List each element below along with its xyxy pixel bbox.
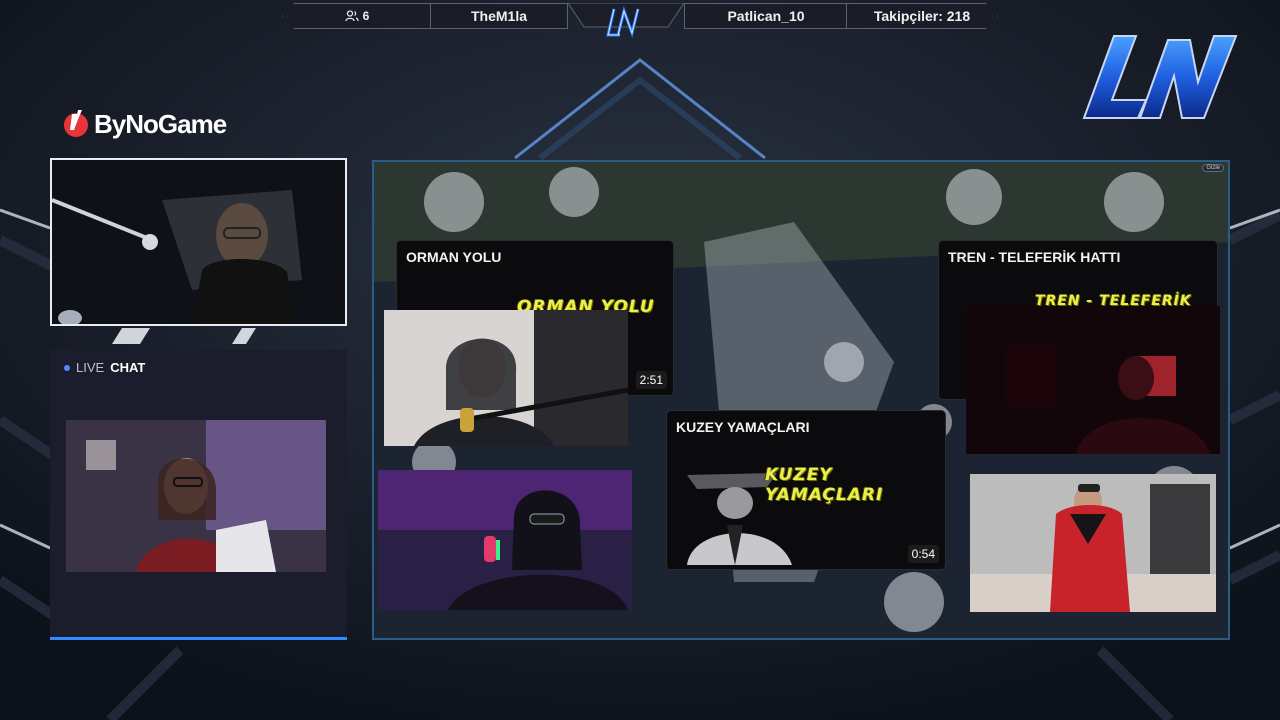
sponsor-name: ByNoGame: [94, 108, 227, 139]
ln-logo-icon: [568, 3, 684, 39]
video-card-title: KUZEY YAMAÇLARI: [676, 419, 810, 435]
sponsor-logo: ByNoGame: [62, 108, 227, 140]
followers-label: Takipçiler: 218: [873, 8, 971, 24]
participant-webcam-2: [378, 470, 632, 610]
participant-webcam-3: [966, 306, 1220, 454]
video-card-duration: 2:51: [635, 371, 667, 389]
participant-webcam-4-scene: [970, 474, 1216, 612]
streamer-name-right: Patlican_10: [684, 3, 848, 29]
followers-box: Takipçiler: 218: [846, 3, 998, 29]
guest-webcam-scene: [66, 420, 326, 572]
video-card-kuzey-yamaclari[interactable]: KUZEY YAMAÇLARI KUZEY YAMAÇLARI 0:54: [666, 410, 946, 570]
streamer-name-left: TheM1la: [430, 3, 568, 29]
streamer-left-label: TheM1la: [470, 8, 527, 24]
viewer-count-box: 6: [282, 3, 432, 29]
top-info-bar: 6 TheM1la Patlican_10 Takipçiler: 218: [282, 3, 998, 39]
video-card-title: ORMAN YOLU: [406, 249, 502, 265]
guest-webcam: [66, 420, 326, 572]
ln-big-logo-icon: [1082, 35, 1238, 119]
live-dot-icon: [64, 364, 70, 371]
bynogame-logo-icon: [64, 110, 88, 137]
live-label: LIVE: [76, 360, 105, 375]
participant-webcam-1-scene: [384, 310, 628, 446]
video-card-duration: 0:54: [907, 545, 939, 563]
streamer-right-label: Patlican_10: [727, 8, 805, 24]
chat-header: LIVE CHAT: [64, 360, 145, 375]
video-card-title: TREN - TELEFERİK HATTI: [948, 249, 1121, 265]
participant-webcam-3-scene: [966, 306, 1220, 454]
participant-webcam-1: [384, 310, 628, 446]
participant-webcam-2-scene: [378, 470, 632, 610]
hide-overlay-button[interactable]: Gizle: [1202, 164, 1224, 172]
viewer-count: 6: [362, 9, 370, 23]
viewers-icon: [345, 10, 359, 22]
chat-label: CHAT: [110, 360, 146, 375]
main-webcam: [50, 158, 347, 326]
participant-webcam-4: [970, 474, 1216, 612]
game-stage: Gizle ORMAN YOLU ORMAN YOLU 2:51 TREN - …: [372, 160, 1230, 640]
live-chat-panel: LIVE CHAT: [50, 350, 347, 640]
video-card-thumb-text: KUZEY YAMAÇLARI: [765, 465, 884, 505]
webcam-scene: [52, 160, 345, 324]
